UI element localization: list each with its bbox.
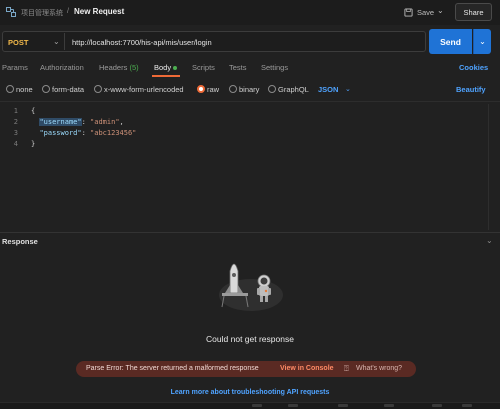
tab-scripts[interactable]: Scripts: [192, 63, 215, 72]
chevron-down-icon[interactable]: ⌄: [345, 85, 351, 93]
chevron-down-icon[interactable]: ⌄: [437, 6, 444, 15]
save-label: Save: [417, 7, 435, 17]
line-number: 3: [13, 129, 18, 137]
tab-tests[interactable]: Tests: [229, 63, 247, 72]
share-button[interactable]: Share: [455, 3, 492, 21]
response-divider[interactable]: [0, 232, 500, 233]
status-bar-item[interactable]: [252, 404, 262, 407]
line-number: 1: [13, 107, 18, 115]
json-value: "admin": [90, 118, 120, 126]
error-text: Parse Error: The server returned a malfo…: [86, 365, 259, 372]
breadcrumb-separator: /: [67, 8, 69, 15]
help-icon[interactable]: ⍰: [344, 364, 349, 374]
radio-none[interactable]: [6, 85, 14, 93]
status-bar-item[interactable]: [384, 404, 394, 407]
radio-form-data[interactable]: [42, 85, 50, 93]
radio-raw[interactable]: [197, 85, 205, 93]
status-bar: [0, 402, 500, 409]
radio-none-label[interactable]: none: [16, 85, 33, 94]
radio-binary-label[interactable]: binary: [239, 85, 259, 94]
body-indicator-dot: [173, 66, 178, 71]
view-in-console-link[interactable]: View in Console: [280, 365, 334, 372]
divider: [64, 33, 65, 50]
learn-more-link[interactable]: Learn more about troubleshooting API req…: [0, 389, 500, 396]
chevron-down-icon[interactable]: ⌄: [486, 236, 493, 245]
radio-binary[interactable]: [229, 85, 237, 93]
request-title[interactable]: New Request: [74, 7, 124, 16]
url-bar: [2, 31, 426, 52]
tab-headers-count: (5): [129, 63, 139, 72]
line-number: 4: [13, 140, 18, 148]
send-button[interactable]: Send: [429, 29, 472, 54]
code-line-3[interactable]: "password": "abc123456": [31, 129, 136, 137]
app-icon: [6, 7, 16, 17]
line-number: 2: [13, 118, 18, 126]
radio-urlencoded[interactable]: [94, 85, 102, 93]
tab-params[interactable]: Params: [2, 63, 28, 72]
tab-body-label: Body: [154, 63, 172, 72]
radio-raw-label[interactable]: raw: [207, 85, 219, 94]
tab-authorization[interactable]: Authorization: [40, 63, 84, 72]
tab-settings[interactable]: Settings: [261, 63, 288, 72]
no-response-message: Could not get response: [206, 334, 294, 344]
tab-body[interactable]: Body: [154, 63, 178, 72]
status-bar-item[interactable]: [432, 404, 442, 407]
status-bar-item[interactable]: [338, 404, 348, 407]
tab-headers[interactable]: Headers (5): [99, 63, 139, 72]
chevron-down-icon[interactable]: ⌄: [53, 37, 60, 46]
json-comma: ,: [119, 118, 124, 126]
tab-headers-label: Headers: [99, 63, 128, 72]
rocket-illustration: [219, 263, 283, 311]
beautify-link[interactable]: Beautify: [456, 85, 486, 94]
breadcrumb-workspace[interactable]: 项目管理系统: [21, 8, 63, 18]
status-bar-item[interactable]: [462, 404, 472, 407]
radio-graphql-label[interactable]: GraphQL: [278, 85, 309, 94]
code-line-4[interactable]: }: [31, 140, 35, 148]
json-key: "password": [39, 129, 82, 137]
response-title: Response: [2, 237, 38, 246]
code-line-2[interactable]: "username": "admin",: [31, 118, 124, 126]
radio-urlencoded-label[interactable]: x-www-form-urlencoded: [104, 85, 184, 94]
method-select[interactable]: POST: [8, 38, 28, 47]
radio-graphql[interactable]: [268, 85, 276, 93]
json-value: "abc123456": [90, 129, 137, 137]
radio-form-data-label[interactable]: form-data: [52, 85, 84, 94]
whats-wrong-link[interactable]: What's wrong?: [356, 365, 402, 372]
send-options-chevron-icon[interactable]: ⌄: [473, 29, 491, 54]
editor-top-border: [0, 101, 500, 102]
save-icon: [404, 7, 413, 17]
editor-scrollbar[interactable]: [488, 104, 489, 230]
cookies-link[interactable]: Cookies: [459, 63, 488, 72]
format-select[interactable]: JSON: [318, 85, 338, 94]
status-bar-item[interactable]: [288, 404, 298, 407]
json-key: "username": [39, 118, 82, 126]
code-line-1[interactable]: {: [31, 107, 35, 115]
active-tab-underline: [152, 75, 180, 77]
url-input[interactable]: http://localhost:7700/his-api/mis/user/l…: [72, 38, 212, 47]
